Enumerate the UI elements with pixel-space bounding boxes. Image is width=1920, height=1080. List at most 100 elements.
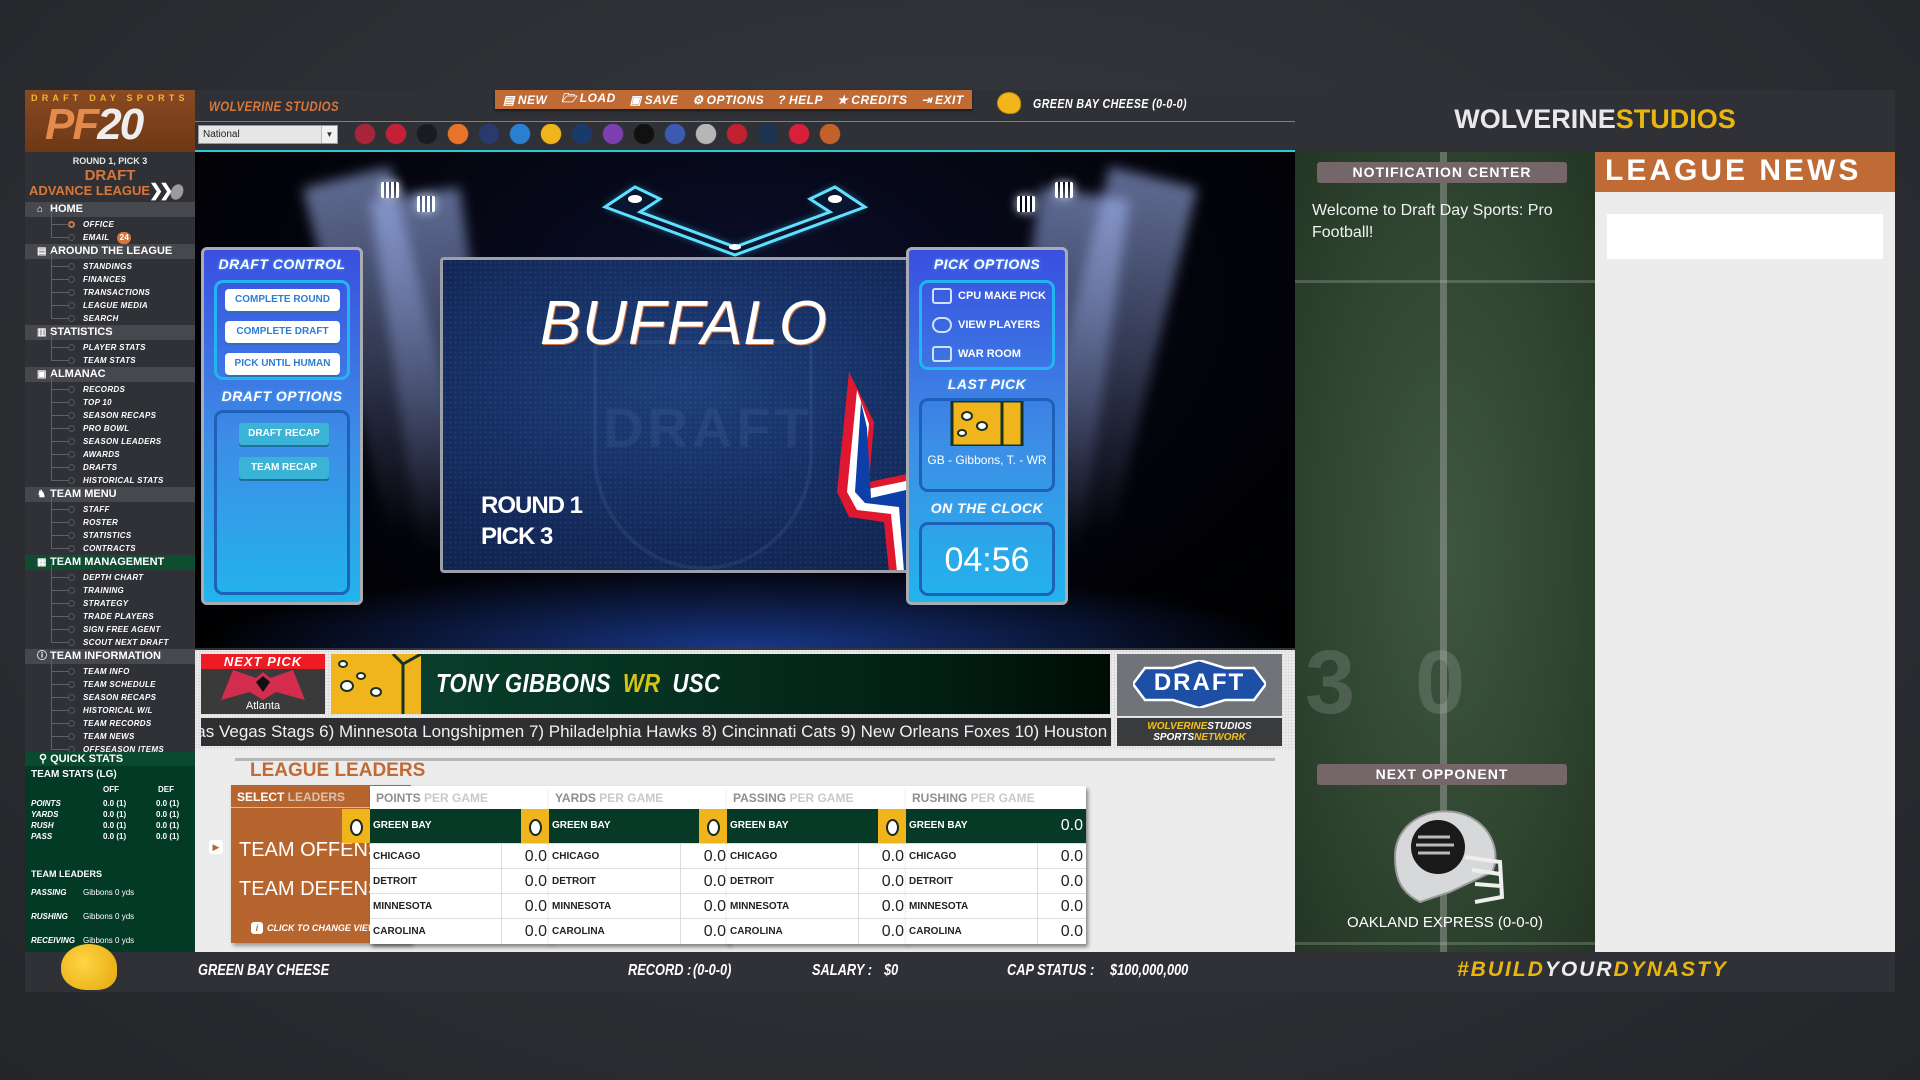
nav-item-label: TOP 10 [83,398,112,407]
leader-row[interactable]: CHICAGO 0.0 [727,843,907,869]
draft-recap-button[interactable]: DRAFT RECAP [239,423,329,445]
conference-select[interactable]: National ▼ [198,125,338,144]
nav-item-label: EMAIL [83,233,110,242]
leader-row[interactable]: DETROIT 0.0 [727,868,907,894]
leader-value: Gibbons 0 yds [83,912,135,921]
leader-row[interactable]: MINNESOTA 0.0 [549,893,729,919]
nav-item-search[interactable]: SEARCH [25,305,195,325]
leader-row[interactable]: DETROIT 0.0 [549,868,729,894]
skyscraper-logo-icon[interactable] [662,124,688,146]
advance-arrows-icon[interactable]: ❯❯ [149,181,173,201]
leader-row[interactable]: MINNESOTA 0.0 [370,893,550,919]
nav-item-contracts[interactable]: CONTRACTS [25,535,195,555]
leader-row[interactable]: CAROLINA 0.0 [906,918,1086,944]
wolf-logo-icon[interactable] [631,124,657,146]
team-name: GREEN BAY [552,820,611,831]
leader-row[interactable]: CHICAGO 0.0 [370,843,550,869]
leader-row[interactable]: DETROIT 0.0 [370,868,550,894]
nav-item-scout-next-draft[interactable]: SCOUT NEXT DRAFT [25,629,195,649]
league-leaders-title: LEAGUE LEADERS [250,760,426,781]
football-icon[interactable] [168,182,186,202]
radio-dot-icon [68,707,75,714]
leader-row[interactable]: CAROLINA 0.0 [727,918,907,944]
divider [501,919,502,944]
pick-until-human-button[interactable]: PICK UNTIL HUMAN [225,353,340,375]
swords-logo-icon[interactable] [786,124,812,146]
radio-dot-icon [68,425,75,432]
leader-row[interactable]: CAROLINA 0.0 [549,918,729,944]
opponent-helmet-icon [1393,810,1505,904]
leader-row[interactable]: CHICAGO 0.0 [549,843,729,869]
menu-new-button[interactable]: ▤ NEW [503,93,547,107]
lion-logo-icon[interactable] [507,124,533,146]
round-pick-label: ROUND 1, PICK 3 [72,156,148,166]
nav-item-historical-stats[interactable]: HISTORICAL STATS [25,467,195,487]
divider [858,894,859,919]
menu-options-button[interactable]: ⚙ OPTIONS [692,93,764,107]
cheese-logo-icon[interactable] [538,124,564,146]
stars-stripes-logo-icon[interactable] [476,124,502,146]
nav-item-team-stats[interactable]: TEAM STATS [25,347,195,367]
team-logo-bar [352,124,843,146]
leader-row[interactable]: DETROIT 0.0 [906,868,1086,894]
stat-off: 0.0 (1) [103,832,127,841]
nav-item-label: OFFICE [83,220,115,229]
snake-logo-icon[interactable] [352,124,378,146]
advance-league-button[interactable]: ADVANCE LEAGUE [29,183,150,198]
stat-value: 0.0 [524,848,547,865]
menu-save-button[interactable]: ▣ SAVE [630,93,679,107]
leader-row[interactable]: CHICAGO 0.0 [906,843,1086,869]
leader-row[interactable]: GREEN BAY 0.0 [906,809,1086,843]
menu-exit-button[interactable]: ⇥ EXIT [921,93,963,107]
leader-row[interactable]: MINNESOTA 0.0 [906,893,1086,919]
stadium-light-icon [1055,182,1073,198]
stat-off: 0.0 (1) [103,821,127,830]
notification-center-title: NOTIFICATION CENTER [1317,162,1567,183]
cheese-logo-icon [331,654,421,714]
hawk-logo-icon[interactable] [693,124,719,146]
cpu-make-pick-button[interactable]: CPU MAKE PICK [932,285,1046,307]
hammers-logo-icon[interactable] [724,124,750,146]
nav-item-email[interactable]: EMAIL 24 [25,224,195,244]
stat-label: PASS [31,832,53,841]
col-def-label: DEF [158,785,174,794]
game-logo: DRAFT DAY SPORTS PF20 [25,90,195,152]
leader-row[interactable]: MINNESOTA 0.0 [727,893,907,919]
menu-label: CREDITS [851,92,908,107]
stat-value: 0.0 [703,898,726,915]
tank-logo-icon[interactable] [817,124,843,146]
complete-round-button[interactable]: COMPLETE ROUND [225,289,340,311]
team-recap-button[interactable]: TEAM RECAP [239,457,329,479]
owl-logo-icon[interactable] [755,124,781,146]
nav-item-label: TEAM SCHEDULE [83,680,156,689]
divider [501,894,502,919]
nav-section-label: HOME [50,203,83,215]
league-leaders: LEAGUE LEADERS ▶ SELECT LEADERS TEAM OFF… [195,750,1295,952]
team-name: CAROLINA [373,926,426,937]
save-icon: ▣ [629,92,642,107]
quick-stats-header[interactable]: ⚲ QUICK STATS [25,752,195,766]
divider [501,869,502,894]
menu-load-button[interactable]: 🗁 LOAD [561,89,615,110]
radio-dot-icon [68,506,75,513]
next-pick-box: NEXT PICK Atlanta [201,654,325,714]
leader-row[interactable]: CAROLINA 0.0 [370,918,550,944]
complete-draft-button[interactable]: COMPLETE DRAFT [225,321,340,343]
menu-help-button[interactable]: ? HELP [778,93,823,107]
viking-helmet-logo-icon[interactable] [600,124,626,146]
panther-logo-icon[interactable] [414,124,440,146]
bear-logo-icon[interactable] [445,124,471,146]
stat-def: 0.0 (1) [156,832,180,841]
exit-icon: ⇥ [921,92,933,107]
salary-value: $0 [884,962,899,979]
menu-credits-button[interactable]: ★ CREDITS [837,93,907,107]
view-players-button[interactable]: VIEW PLAYERS [932,314,1040,336]
nav-section-label: AROUND THE LEAGUE [50,245,173,257]
news-item[interactable] [1607,214,1883,259]
leader-value: Gibbons 0 yds [83,888,135,897]
war-room-button[interactable]: WAR ROOM [932,343,1021,365]
eagle-head-logo-icon[interactable] [383,124,409,146]
league-news-panel: LEAGUE NEWS [1595,152,1895,952]
jaguar-logo-icon[interactable] [569,124,595,146]
change-view-hint[interactable]: i CLICK TO CHANGE VIEW [251,922,376,934]
